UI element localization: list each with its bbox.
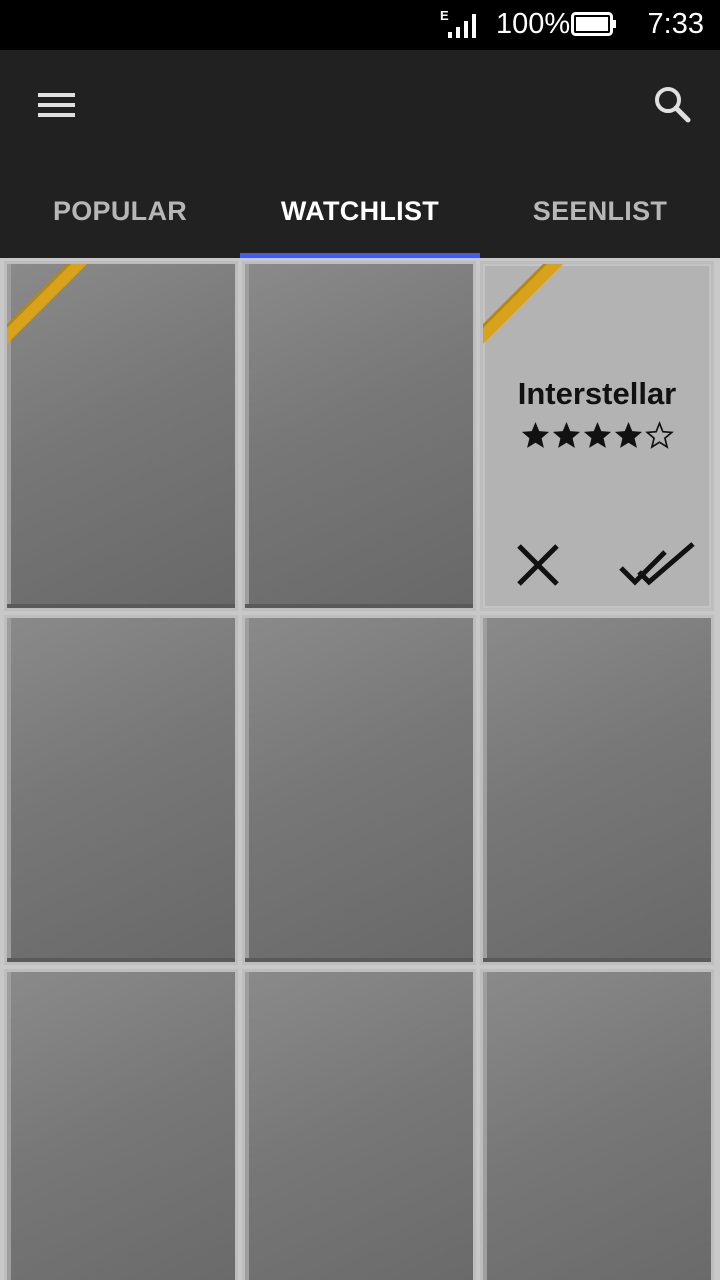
app-bar: POPULAR WATCHLIST SEENLIST [0,50,720,259]
tab-label: POPULAR [52,196,188,226]
rating-stars [483,420,711,451]
movie-card[interactable] [4,261,238,611]
tab-label: SEENLIST [532,196,668,226]
star-filled-icon [614,421,642,448]
star-filled-icon [521,421,549,448]
movie-card[interactable] [480,969,714,1280]
movie-card-detail[interactable]: Interstellar [480,261,714,611]
tab-popular[interactable]: POPULAR [0,170,240,258]
watchlist-grid: Interstellar [0,258,720,1280]
battery-icon [571,12,616,36]
star-filled-icon [552,421,580,448]
movie-card[interactable] [480,615,714,965]
double-check-icon[interactable] [617,542,697,590]
star-empty-icon [644,420,674,449]
clock: 7:33 [647,8,704,40]
movie-card[interactable] [4,969,238,1280]
movie-card[interactable] [242,261,476,611]
movie-card[interactable] [242,969,476,1280]
signal-icon [448,14,476,38]
movie-card[interactable] [242,615,476,965]
bookmark-ribbon-icon [483,264,563,344]
movie-card[interactable] [4,615,238,965]
bookmark-ribbon-icon [7,264,87,344]
close-icon[interactable] [513,540,563,590]
battery-percent: 100% [496,8,571,40]
movie-title: Interstellar [517,376,677,411]
tab-label: WATCHLIST [280,196,440,226]
star-filled-icon [583,421,611,448]
tab-seenlist[interactable]: SEENLIST [480,170,720,258]
status-bar: E 100% 7:33 [0,0,720,50]
search-icon[interactable] [648,80,698,130]
tab-watchlist[interactable]: WATCHLIST [240,170,480,259]
menu-icon[interactable] [26,84,86,124]
tab-bar: POPULAR WATCHLIST SEENLIST [0,170,720,259]
